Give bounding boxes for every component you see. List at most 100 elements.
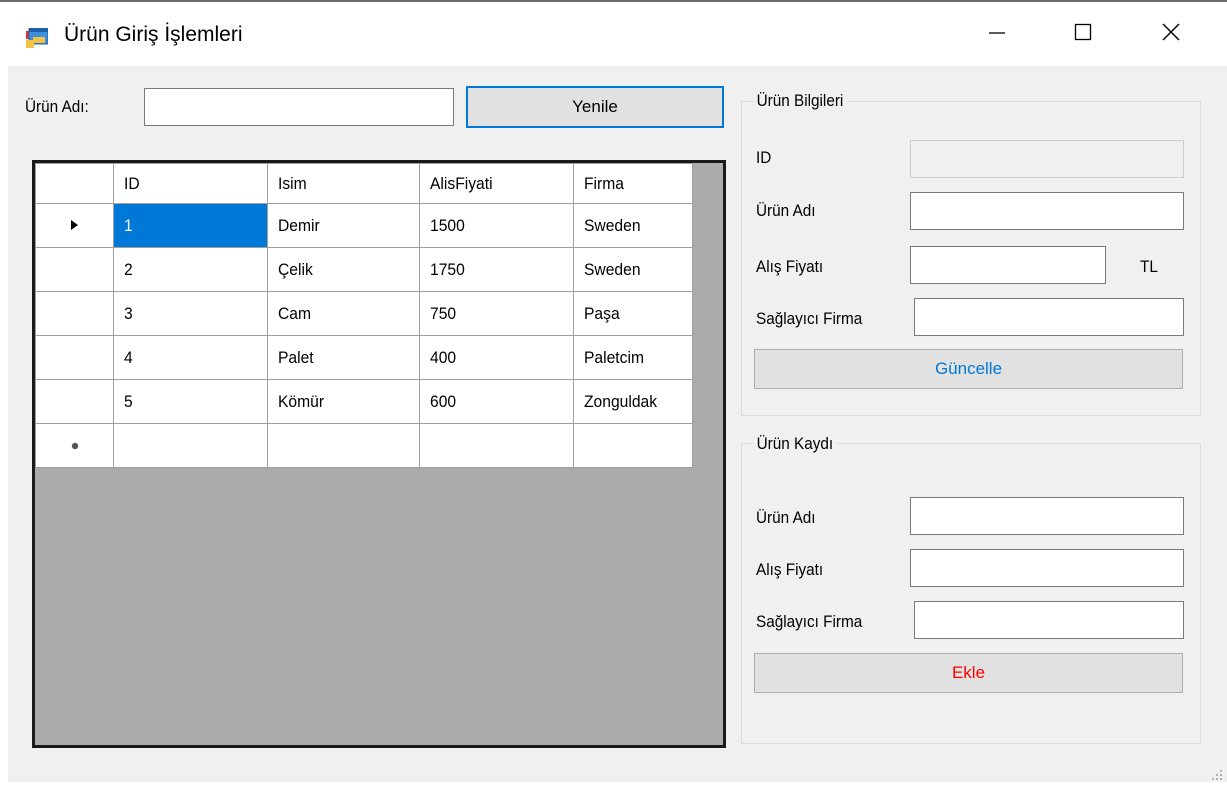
cell-id[interactable] (113, 423, 268, 468)
cell-id[interactable]: 1 (113, 203, 268, 248)
resize-grip-icon[interactable] (1211, 766, 1223, 780)
cell-price[interactable]: 1500 (419, 203, 574, 248)
current-row-indicator-icon (70, 216, 80, 235)
record-supplier-label: Sağlayıcı Firma (756, 612, 863, 631)
table-row[interactable]: 5 Kömür 600 Zonguldak (35, 379, 693, 424)
cell-id[interactable]: 4 (113, 335, 268, 380)
row-header[interactable] (35, 203, 114, 248)
cell-value: Cam (278, 303, 312, 323)
search-input[interactable] (144, 88, 454, 126)
record-name-field[interactable] (910, 497, 1184, 535)
cell-firm[interactable]: Paşa (573, 291, 693, 336)
cell-price[interactable]: 1750 (419, 247, 574, 292)
info-id-field (910, 140, 1184, 178)
maximize-icon (1073, 22, 1093, 47)
info-supplier-label: Sağlayıcı Firma (756, 309, 863, 328)
column-header-firm[interactable]: Firma (573, 163, 693, 204)
products-grid[interactable]: ID Isim AlisFiyati Firma 1 Demir 1500 Sw… (32, 160, 726, 748)
cell-value: 600 (430, 391, 457, 411)
cell-value: Palet (278, 347, 314, 367)
grid-corner-header (35, 163, 114, 204)
window-title: Ürün Giriş İşlemleri (64, 23, 243, 46)
info-id-label: ID (756, 148, 772, 167)
cell-price[interactable]: 400 (419, 335, 574, 380)
column-header-price[interactable]: AlisFiyati (419, 163, 574, 204)
cell-name[interactable]: Çelik (267, 247, 420, 292)
row-header[interactable] (35, 291, 114, 336)
cell-firm[interactable] (573, 423, 693, 468)
product-record-group-title: Ürün Kaydı (753, 434, 837, 454)
close-button[interactable] (1136, 2, 1206, 66)
info-name-field[interactable] (910, 192, 1184, 230)
row-header[interactable] (35, 379, 114, 424)
column-header-label: Firma (584, 173, 624, 193)
new-row-asterisk-icon (70, 436, 80, 455)
column-header-label: AlisFiyati (430, 173, 493, 193)
row-header[interactable] (35, 423, 114, 468)
cell-name[interactable]: Palet (267, 335, 420, 380)
cell-value: Sweden (584, 259, 641, 279)
refresh-button[interactable]: Yenile (466, 86, 724, 128)
maximize-button[interactable] (1048, 2, 1118, 66)
info-supplier-field[interactable] (914, 298, 1184, 336)
table-row[interactable]: 1 Demir 1500 Sweden (35, 203, 693, 248)
cell-value: 1 (124, 215, 133, 235)
cell-firm[interactable]: Sweden (573, 247, 693, 292)
cell-value: 400 (430, 347, 457, 367)
cell-value: 5 (124, 391, 133, 411)
title-bar[interactable]: Ürün Giriş İşlemleri (0, 2, 1227, 66)
column-header-label: ID (124, 173, 140, 193)
cell-value: Sweden (584, 215, 641, 235)
cell-value: Çelik (278, 259, 313, 279)
cell-name[interactable]: Cam (267, 291, 420, 336)
cell-name[interactable]: Demir (267, 203, 420, 248)
close-icon (1161, 22, 1181, 47)
column-header-name[interactable]: Isim (267, 163, 420, 204)
update-button[interactable]: Güncelle (754, 349, 1183, 389)
info-price-field[interactable] (910, 246, 1106, 284)
form-client-area: Ürün Adı: Yenile ID Isim AlisFiyati Firm… (8, 66, 1227, 782)
minimize-button[interactable] (962, 2, 1032, 66)
cell-value: 4 (124, 347, 133, 367)
table-row[interactable]: 4 Palet 400 Paletcim (35, 335, 693, 380)
new-row[interactable] (35, 423, 693, 468)
form-app-icon (26, 27, 49, 48)
record-supplier-field[interactable] (914, 601, 1184, 639)
row-header[interactable] (35, 247, 114, 292)
column-header-id[interactable]: ID (113, 163, 268, 204)
app-window: Ürün Giriş İşlemleri Ürün Adı: Yenile ID… (0, 0, 1227, 782)
row-header[interactable] (35, 335, 114, 380)
cell-name[interactable] (267, 423, 420, 468)
cell-firm[interactable]: Paletcim (573, 335, 693, 380)
cell-price[interactable]: 600 (419, 379, 574, 424)
cell-firm[interactable]: Zonguldak (573, 379, 693, 424)
cell-id[interactable]: 5 (113, 379, 268, 424)
product-record-group (741, 443, 1201, 744)
record-name-label: Ürün Adı (756, 508, 816, 527)
product-info-group-title: Ürün Bilgileri (753, 91, 847, 111)
info-currency-label: TL (1140, 257, 1158, 276)
cell-id[interactable]: 3 (113, 291, 268, 336)
record-price-field[interactable] (910, 549, 1184, 587)
table-row[interactable]: 2 Çelik 1750 Sweden (35, 247, 693, 292)
record-price-label: Alış Fiyatı (756, 560, 824, 579)
cell-value: Kömür (278, 391, 325, 411)
cell-id[interactable]: 2 (113, 247, 268, 292)
column-header-label: Isim (278, 173, 307, 193)
cell-price[interactable]: 750 (419, 291, 574, 336)
add-button[interactable]: Ekle (754, 653, 1183, 693)
cell-value: Paletcim (584, 347, 644, 367)
cell-name[interactable]: Kömür (267, 379, 420, 424)
cell-firm[interactable]: Sweden (573, 203, 693, 248)
table-row[interactable]: 3 Cam 750 Paşa (35, 291, 693, 336)
info-name-label: Ürün Adı (756, 201, 816, 220)
cell-value: Paşa (584, 303, 620, 323)
cell-value: Demir (278, 215, 320, 235)
cell-price[interactable] (419, 423, 574, 468)
cell-value: 2 (124, 259, 133, 279)
grid-header-row: ID Isim AlisFiyati Firma (35, 163, 693, 204)
info-price-label: Alış Fiyatı (756, 257, 824, 276)
cell-value: 750 (430, 303, 457, 323)
cell-value: 3 (124, 303, 133, 323)
cell-value: Zonguldak (584, 391, 658, 411)
